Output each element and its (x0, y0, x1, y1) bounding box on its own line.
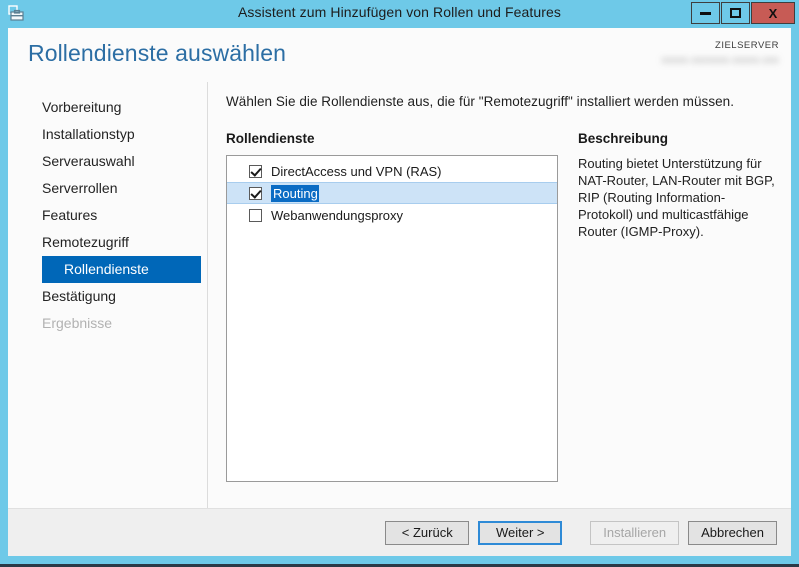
sidebar-item-ergebnisse: Ergebnisse (42, 315, 113, 331)
sidebar-item-installationstyp[interactable]: Installationstyp (8, 121, 207, 148)
cancel-button[interactable]: Abbrechen (688, 520, 777, 545)
description-column: Beschreibung Routing bietet Unterstützun… (578, 131, 775, 482)
role-services-heading: Rollendienste (226, 131, 315, 146)
role-services-column: Rollendienste DirectAccess und VPN (RAS)… (226, 131, 558, 482)
role-services-listbox[interactable]: DirectAccess und VPN (RAS) Routing Weban… (226, 155, 558, 482)
page-header: Rollendienste auswählen ZIELSERVER xxxxx… (8, 28, 791, 82)
install-button: Installieren (590, 520, 680, 545)
target-server-label: ZIELSERVER (715, 40, 779, 51)
checkbox-directaccess-vpn[interactable] (249, 164, 262, 178)
sidebar-item-vorbereitung[interactable]: Vorbereitung (8, 94, 207, 121)
checkbox-routing[interactable] (249, 186, 262, 200)
role-services-wizard-window: Assistent zum Hinzufügen von Rollen und … (0, 0, 799, 567)
page-title: Rollendienste auswählen (28, 40, 287, 66)
maximize-icon (730, 8, 741, 18)
checkbox-webanwendungsproxy[interactable] (249, 208, 262, 222)
title-bar: Assistent zum Hinzufügen von Rollen und … (0, 0, 799, 28)
target-server-name: xxxxx.xxxxxxx.xxxxx.xxx (661, 55, 779, 66)
description-heading: Beschreibung (578, 131, 669, 146)
content-panel: Wählen Sie die Rollendienste aus, die fü… (208, 82, 791, 508)
list-item-label: DirectAccess und VPN (RAS) (271, 163, 442, 179)
server-wizard-icon (8, 5, 26, 23)
wizard-frame: Rollendienste auswählen ZIELSERVER xxxxx… (8, 28, 791, 556)
target-server-block: ZIELSERVER xxxxx.xxxxxxx.xxxxx.xxx (647, 40, 779, 66)
sidebar-item-serverrollen[interactable]: Serverrollen (8, 175, 207, 202)
list-item-label: Webanwendungsproxy (271, 207, 404, 223)
sidebar-item-bestaetigung[interactable]: Bestätigung (8, 283, 207, 310)
next-button[interactable]: Weiter > (478, 520, 563, 545)
sidebar-item-rollendienste[interactable]: Rollendienste (42, 256, 201, 283)
footer-button-bar: < Zurück Weiter > Installieren Abbrechen (8, 508, 791, 556)
minimize-button[interactable] (691, 2, 720, 24)
instruction-text: Wählen Sie die Rollendienste aus, die fü… (226, 94, 735, 109)
description-text: Routing bietet Unterstützung für NAT-Rou… (578, 156, 775, 239)
minimize-icon (700, 11, 711, 15)
list-item[interactable]: DirectAccess und VPN (RAS) (227, 160, 557, 182)
window-controls: X (691, 2, 795, 24)
main-area: Vorbereitung Installationstyp Serverausw… (8, 82, 791, 508)
sidebar-item-serverauswahl[interactable]: Serverauswahl (8, 148, 207, 175)
columns: Rollendienste DirectAccess und VPN (RAS)… (226, 131, 775, 482)
back-button[interactable]: < Zurück (385, 520, 470, 545)
sidebar-item-remotezugriff[interactable]: Remotezugriff (8, 229, 207, 256)
maximize-button[interactable] (721, 2, 750, 24)
sidebar-item-features[interactable]: Features (8, 202, 207, 229)
list-item-label: Routing (271, 184, 319, 202)
wizard-step-nav: Vorbereitung Installationstyp Serverausw… (8, 82, 208, 508)
list-item[interactable]: Routing (227, 182, 557, 204)
window-title: Assistent zum Hinzufügen von Rollen und … (237, 4, 562, 20)
list-item[interactable]: Webanwendungsproxy (227, 204, 557, 226)
close-button[interactable]: X (751, 2, 795, 24)
